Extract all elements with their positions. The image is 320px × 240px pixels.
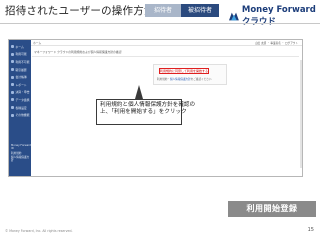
home-icon: [11, 45, 14, 49]
sidebar-item-label: 利用可能: [15, 52, 27, 57]
app-topbar: ホーム 山田 太郎 ・ 事業者名 ・ ログアウト: [31, 40, 302, 46]
sidebar-item-other[interactable]: その他機能: [9, 111, 31, 119]
sidebar-footer-terms[interactable]: 利用規約: [11, 152, 21, 155]
terms-note-prefix[interactable]: 利用規約: [157, 78, 167, 81]
sidebar-item-home[interactable]: ホーム: [9, 43, 31, 51]
book-icon: [11, 75, 14, 79]
section-badge: 利用開始登録: [228, 201, 316, 217]
terms-note: 利用規約・個人情報保護方針をご確認ください: [157, 78, 212, 81]
scrollbar[interactable]: [300, 60, 302, 168]
app-top-left[interactable]: ホーム: [33, 41, 41, 45]
sidebar-item-label: 取引履歴: [15, 67, 27, 72]
sidebar-item-label: 利用不可能: [15, 59, 30, 64]
gear-icon: [11, 106, 14, 110]
sidebar-item-closing[interactable]: 決算・申告: [9, 89, 31, 97]
sidebar-item-label: レポート: [15, 82, 27, 87]
sidebar-item-history[interactable]: 取引履歴: [9, 66, 31, 74]
sidebar-item-label: 決算・申告: [15, 90, 30, 95]
sidebar-item-label: データ連携: [15, 97, 30, 102]
link-icon: [11, 98, 14, 102]
terms-note-suffix: をご確認ください: [190, 78, 212, 81]
page-number: 15: [307, 227, 314, 233]
privacy-policy-link[interactable]: 個人情報保護方針: [170, 78, 191, 81]
account-menu[interactable]: 山田 太郎 ・ 事業者名 ・ ログアウト: [255, 41, 298, 45]
document-icon: [11, 90, 14, 94]
sidebar-item-label: ホーム: [15, 44, 24, 49]
list-icon: [11, 68, 14, 72]
sidebar-item-label: その他機能: [15, 113, 30, 118]
breadcrumb: マネーフォワード クラウドの利用規約および個人情報保護方針の確認: [34, 50, 122, 54]
sidebar: ホーム 利用可能 利用不可能 取引履歴 会計帳簿 レポート 決算・申告 データ連…: [9, 40, 31, 176]
callout-line-2: 上、「利用を開始する」をクリック: [100, 109, 187, 115]
copyright: © Money Forward, Inc. All rights reserve…: [5, 229, 73, 233]
start-card: 利用規約に同意して利用を開始する 利用規約・個人情報保護方針をご確認ください: [153, 64, 227, 85]
menu-icon: [11, 113, 14, 117]
folder-icon: [11, 52, 14, 56]
sidebar-footer-privacy[interactable]: 個人情報保護方針: [11, 156, 31, 163]
sidebar-footer-id[interactable]: Money Forward ID: [11, 144, 31, 151]
callout-line-1: 利用規約と個人情報保護方針を確認の: [100, 102, 196, 108]
logo-icon: [229, 12, 239, 20]
sidebar-item-label: 各種設定: [15, 105, 27, 110]
sidebar-item-report[interactable]: レポート: [9, 81, 31, 89]
start-using-button[interactable]: 利用規約に同意して利用を開始する: [159, 68, 209, 74]
sidebar-item-data-link[interactable]: データ連携: [9, 96, 31, 104]
sidebar-item-books[interactable]: 会計帳簿: [9, 73, 31, 81]
callout-arrow: [135, 85, 143, 99]
sidebar-item-settings[interactable]: 各種設定: [9, 104, 31, 112]
sidebar-item-label: 会計帳簿: [15, 75, 27, 80]
slide: 招待されたユーザーの操作方法 招待者 被招待者 Money Forward クラ…: [0, 0, 320, 240]
instruction-callout: 利用規約と個人情報保護方針を確認の 上、「利用を開始する」をクリック: [96, 99, 196, 125]
step-tag-inviter: 招待者: [145, 4, 186, 17]
content-divider: [32, 56, 299, 57]
page-title: 招待されたユーザーの操作方法: [5, 5, 155, 17]
chart-icon: [11, 83, 14, 87]
step-tag-invitee: 被招待者: [181, 4, 219, 17]
header-divider: [0, 23, 320, 24]
sidebar-item-unavailable[interactable]: 利用不可能: [9, 58, 31, 66]
folder-icon: [11, 60, 14, 64]
sidebar-item-available[interactable]: 利用可能: [9, 51, 31, 59]
